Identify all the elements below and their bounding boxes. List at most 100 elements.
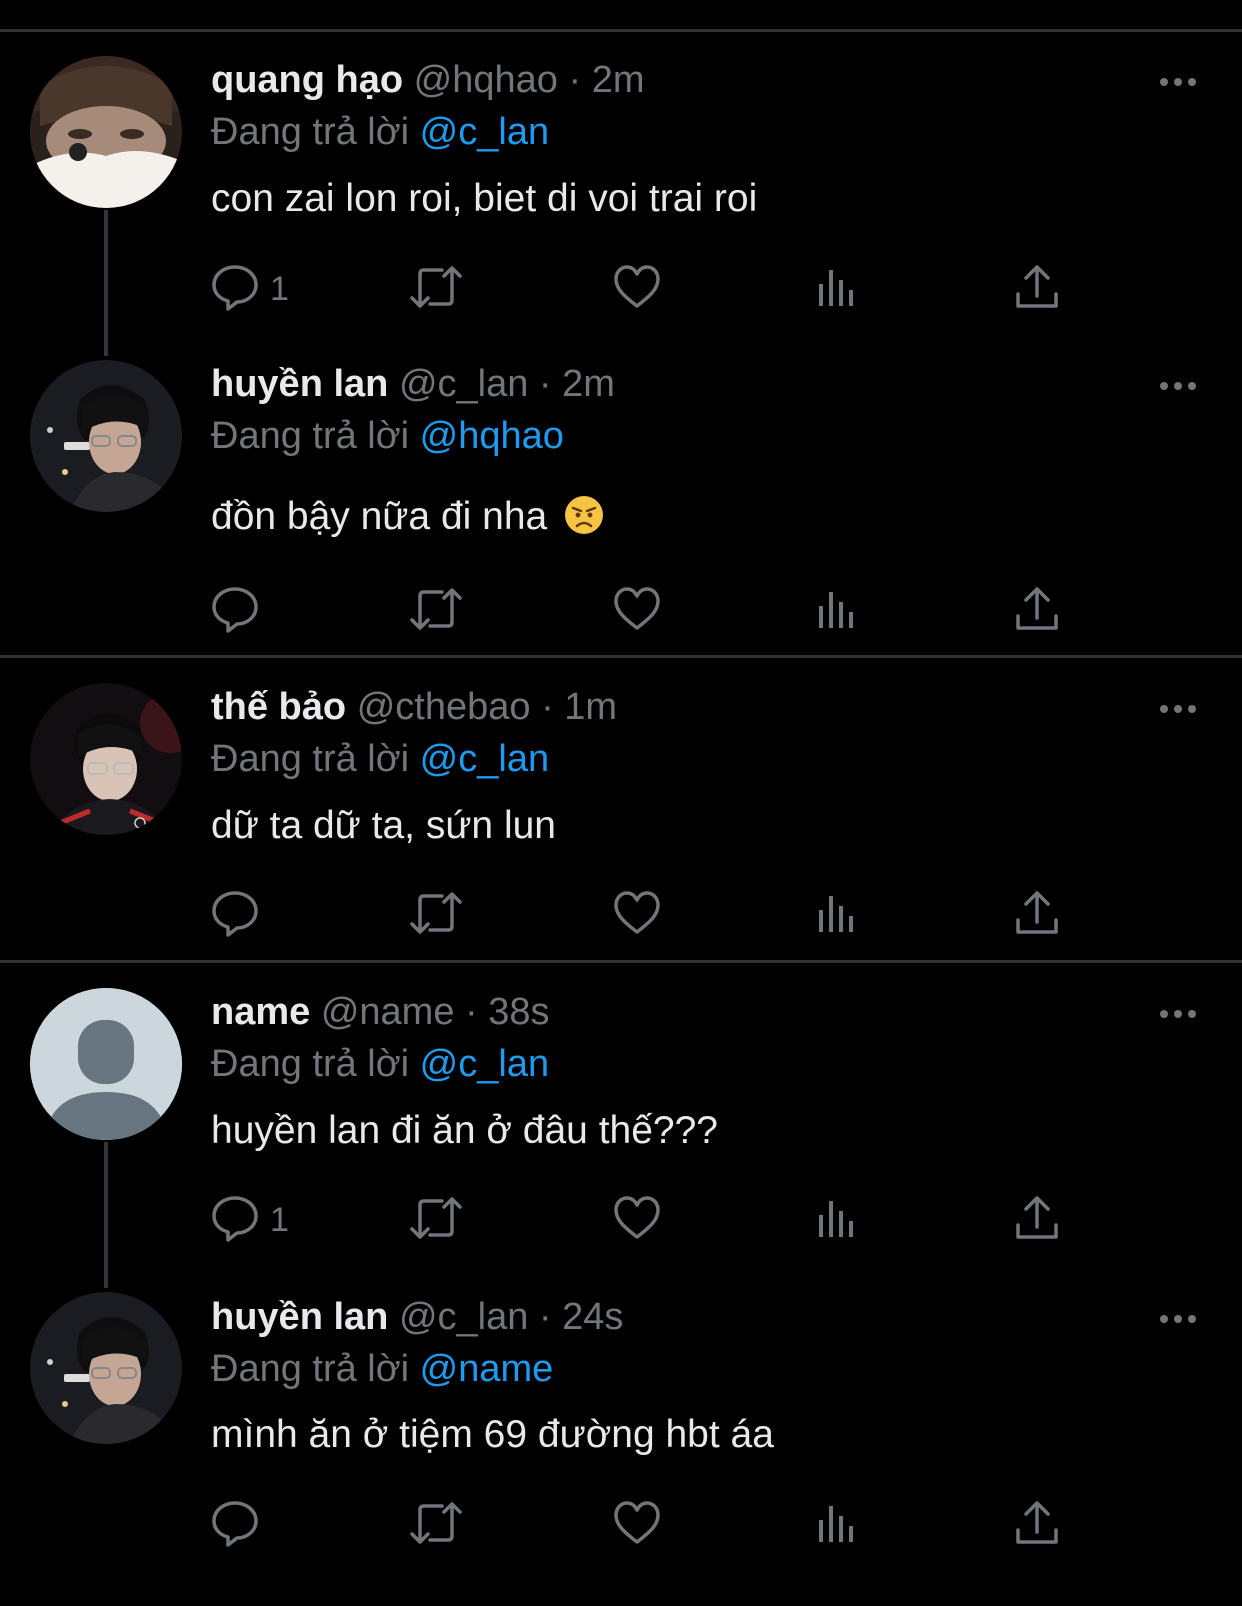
avatar[interactable]	[30, 683, 182, 835]
retweet-button[interactable]	[408, 262, 464, 318]
separator-dot: ·	[465, 991, 478, 1033]
more-icon[interactable]	[1160, 380, 1200, 392]
like-button[interactable]	[612, 1193, 662, 1249]
retweet-icon[interactable]	[422, 0, 452, 4]
reply-count: 1	[270, 1201, 289, 1239]
action-bar: 1	[0, 262, 1242, 322]
heart-icon	[614, 1196, 660, 1239]
reply-button[interactable]: 1	[210, 262, 330, 318]
tweet-text: con zai lon roi, biet di voi trai roi	[211, 177, 758, 220]
tweet-text: mình ăn ở tiệm 69 đường hbt áa	[211, 1413, 774, 1456]
reply-button[interactable]	[210, 1498, 330, 1554]
divider	[0, 655, 1242, 658]
angry-face-emoji-icon	[565, 496, 604, 534]
timestamp[interactable]: 38s	[488, 991, 549, 1033]
handle[interactable]: @c_lan	[399, 1296, 528, 1338]
reply-prefix: Đang trả lời	[211, 1348, 410, 1390]
tweet-header: name @name · 38s	[211, 990, 550, 1034]
action-bar	[0, 584, 1242, 644]
timestamp[interactable]: 2m	[592, 59, 645, 101]
reply-icon	[212, 891, 258, 937]
reply-context: Đang trả lời @name	[211, 1347, 553, 1391]
display-name[interactable]: quang hạo	[211, 59, 403, 101]
mention-link[interactable]: @c_lan	[420, 738, 549, 780]
handle[interactable]: @c_lan	[399, 363, 528, 405]
retweet-button[interactable]	[408, 1193, 464, 1249]
avatar[interactable]	[30, 360, 182, 512]
views-button[interactable]	[815, 888, 859, 944]
tweet-header: huyền lan @c_lan · 2m	[211, 362, 615, 406]
share-button[interactable]	[1012, 1498, 1062, 1554]
mention-link[interactable]: @c_lan	[420, 111, 549, 153]
display-name[interactable]: huyền lan	[211, 1296, 388, 1338]
retweet-button[interactable]	[408, 888, 464, 944]
retweet-button[interactable]	[408, 584, 464, 640]
reply-icon	[212, 265, 258, 311]
divider	[0, 960, 1242, 963]
share-button[interactable]	[1012, 262, 1062, 318]
share-icon	[1016, 891, 1058, 934]
share-button[interactable]	[1012, 584, 1062, 640]
display-name[interactable]: name	[211, 991, 310, 1033]
separator-dot: ·	[538, 1296, 552, 1338]
handle[interactable]: @hqhao	[414, 59, 558, 101]
heart-icon	[614, 265, 660, 308]
tweet-text: huyền lan đi ăn ở đâu thế???	[211, 1109, 718, 1152]
reply-icon	[212, 1501, 258, 1547]
retweet-icon	[410, 1502, 462, 1544]
separator-dot: ·	[541, 686, 554, 728]
share-button[interactable]	[1012, 888, 1062, 944]
more-icon[interactable]	[1160, 1313, 1200, 1325]
share-icon	[1016, 1196, 1058, 1239]
more-icon[interactable]	[1160, 76, 1200, 88]
heart-icon	[614, 891, 660, 934]
more-icon[interactable]	[1160, 1008, 1200, 1020]
avatar[interactable]	[30, 1292, 182, 1444]
retweet-button[interactable]	[408, 1498, 464, 1554]
views-icon	[819, 270, 853, 306]
retweet-icon	[410, 266, 462, 308]
share-icon	[1016, 1501, 1058, 1544]
avatar[interactable]	[30, 56, 182, 208]
reply-prefix: Đang trả lời	[211, 415, 410, 457]
avatar[interactable]	[30, 988, 182, 1140]
more-icon[interactable]	[1160, 703, 1200, 715]
handle[interactable]: @name	[321, 991, 455, 1033]
views-button[interactable]	[815, 1193, 859, 1249]
tweet-text: dữ ta dữ ta, sứn lun	[211, 804, 557, 847]
views-icon	[819, 592, 853, 628]
reply-prefix: Đang trả lời	[211, 1043, 410, 1085]
views-icon[interactable]	[835, 0, 865, 4]
like-button[interactable]	[612, 262, 662, 318]
display-name[interactable]: thế bảo	[211, 686, 346, 728]
timestamp[interactable]: 24s	[562, 1296, 623, 1338]
reply-button[interactable]	[210, 888, 330, 944]
share-button[interactable]	[1012, 1193, 1062, 1249]
tweet-text-row: đồn bậy nữa đi nha	[211, 494, 604, 540]
mention-link[interactable]: @name	[420, 1348, 554, 1390]
reply-button[interactable]	[210, 584, 330, 640]
reply-context: Đang trả lời @c_lan	[211, 737, 549, 781]
heart-icon	[614, 587, 660, 630]
reply-context: Đang trả lời @c_lan	[211, 1042, 549, 1086]
mention-link[interactable]: @c_lan	[420, 1043, 549, 1085]
timestamp[interactable]: 2m	[562, 363, 615, 405]
views-button[interactable]	[815, 584, 859, 640]
reply-count: 1	[270, 270, 289, 308]
views-icon	[819, 1201, 853, 1237]
timestamp[interactable]: 1m	[564, 686, 617, 728]
handle[interactable]: @cthebao	[357, 686, 531, 728]
like-button[interactable]	[612, 1498, 662, 1554]
views-button[interactable]	[815, 262, 859, 318]
like-button[interactable]	[612, 888, 662, 944]
reply-icon	[212, 587, 258, 633]
retweet-icon	[410, 1197, 462, 1239]
reply-prefix: Đang trả lời	[211, 738, 410, 780]
views-button[interactable]	[815, 1498, 859, 1554]
separator-dot: ·	[538, 363, 552, 405]
heart-icon[interactable]	[627, 0, 657, 4]
reply-button[interactable]: 1	[210, 1193, 330, 1249]
mention-link[interactable]: @hqhao	[420, 415, 564, 457]
display-name[interactable]: huyền lan	[211, 363, 388, 405]
like-button[interactable]	[612, 584, 662, 640]
